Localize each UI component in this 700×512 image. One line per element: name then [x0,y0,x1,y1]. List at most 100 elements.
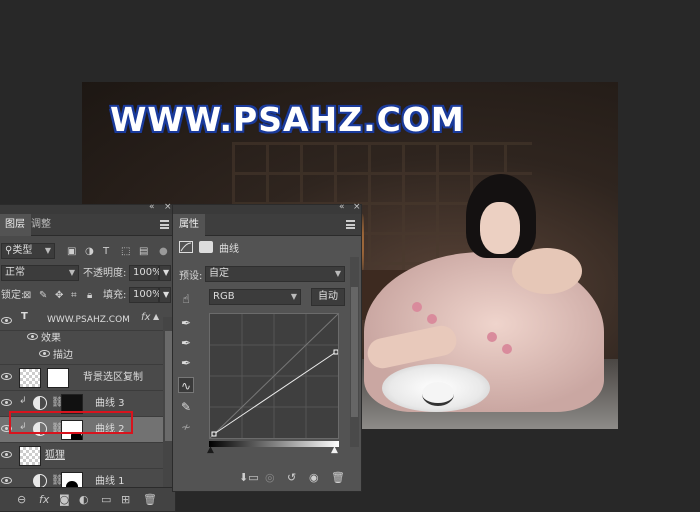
filter-smart-object-icon[interactable]: ▤ [139,241,148,262]
black-point-slider-icon[interactable]: ▲ [207,445,214,455]
lock-all-icon[interactable]: 🔒︎ [87,285,92,306]
layer-name[interactable]: WWW.PSAHZ.COM [47,309,130,331]
filter-pixel-icon[interactable]: ▣ [67,241,76,262]
filter-adjustment-icon[interactable]: ◑ [85,241,94,262]
layer-mask-thumbnail [47,368,69,388]
visibility-icon[interactable]: ◉ [309,471,319,484]
trash-icon[interactable]: 🗑︎ [143,493,157,506]
curve-control-point[interactable] [211,431,217,437]
visibility-eye-icon[interactable] [1,399,12,407]
channel-dropdown[interactable]: RGB ▼ [209,289,301,305]
layer-thumbnail [19,368,41,388]
filter-kind-dropdown[interactable]: ⚲类型 ▼ [1,243,55,259]
panel-menu-icon[interactable] [346,220,355,229]
adjustment-title: 曲线 [219,244,239,255]
panel-menu-icon[interactable] [160,220,169,229]
layer-name[interactable]: 狐狸 [45,443,65,469]
curves-graph[interactable] [209,313,339,439]
smooth-icon[interactable]: ≁ [178,419,194,435]
blend-row: 正常 ▼ 不透明度: 100% ▼ [0,263,175,284]
close-panel-icon[interactable]: × [353,202,361,212]
lock-artboard-icon[interactable]: ⌗ [71,285,77,306]
fx-badge[interactable]: fx [141,312,150,323]
eyedropper-black-icon[interactable]: ✒ [178,315,194,331]
layer-row-background-copy[interactable]: 背景选区复制 [0,365,163,391]
panel-collapse-bar[interactable]: « × [173,202,361,214]
on-image-adjust-icon[interactable]: ☝ [178,291,194,307]
mask-icon[interactable]: ◙ [59,493,70,506]
layer-row-fox[interactable]: 狐狸 [0,443,163,469]
woman-shoulder [512,248,582,294]
chevron-down-icon: ▼ [44,246,51,255]
effects-visibility-eye-icon[interactable] [27,333,38,343]
visibility-eye-icon[interactable] [1,317,12,325]
white-point-slider-icon[interactable]: ▲ [331,445,338,455]
scrollbar-thumb[interactable] [351,287,358,417]
curve-point-icon[interactable]: ∿ [178,377,194,393]
opacity-input[interactable]: 100% [129,265,162,281]
new-layer-icon[interactable]: ⊞ [121,493,130,506]
properties-footer: ⬇▭ ◎ ↺ ◉ 🗑︎ [235,467,347,491]
chevron-down-icon: ▼ [290,292,297,301]
fx-icon[interactable]: fx [39,493,49,506]
layer-name[interactable]: 背景选区复制 [83,365,143,391]
lock-position-icon[interactable]: ✥ [55,285,63,306]
stroke-effect-row[interactable]: 描边 [0,347,163,365]
dress-flower [502,344,512,354]
curves-graph-svg [209,313,339,439]
curve-line[interactable] [213,351,337,435]
stroke-visibility-eye-icon[interactable] [39,350,50,360]
visibility-eye-icon[interactable] [1,477,12,485]
lock-transparent-icon[interactable]: ⊠ [23,285,31,306]
chevron-down-icon: ▼ [68,268,75,277]
visibility-eye-icon[interactable] [1,373,12,381]
view-previous-icon[interactable]: ◎ [265,471,275,484]
fill-input[interactable]: 100% [129,287,162,303]
scrollbar-thumb[interactable] [165,331,172,441]
blend-mode-dropdown[interactable]: 正常 ▼ [1,265,79,281]
lock-pixels-icon[interactable]: ✎ [39,285,47,306]
auto-button[interactable]: 自动 [311,288,345,306]
curve-control-point[interactable] [333,349,339,355]
tab-properties[interactable]: 属性 [173,214,205,236]
curves-tool-strip: ☝ ✒ ✒ ✒ ∿ ✎ ≁ [173,235,199,465]
filter-toggle-icon[interactable]: ● [159,241,168,262]
dress-flower [412,302,422,312]
collapse-arrow-icon[interactable]: ▲ [153,312,159,321]
layers-panel: « × 图层 调整 ⚲类型 ▼ ▣ ◑ T ⬚ ▤ ● 正常 ▼ 不透明度: 1… [0,202,176,512]
clipping-arrow-icon: ↲ [19,396,27,406]
fill-slider-toggle[interactable]: ▼ [159,287,171,303]
channel-value: RGB [213,291,235,302]
curves-adjustment-icon [33,474,47,488]
clip-to-layer-icon[interactable]: ⬇▭ [239,471,259,484]
filter-type-icon[interactable]: T [103,241,109,262]
properties-scrollbar[interactable] [350,257,359,447]
mask-properties-icon[interactable] [199,241,213,253]
reset-icon[interactable]: ↺ [287,471,296,484]
pencil-icon[interactable]: ✎ [178,399,194,415]
stroke-effect-label: 描边 [53,350,73,361]
white-dog-head [422,382,454,406]
collapse-icon[interactable]: « [339,202,345,212]
close-panel-icon[interactable]: × [164,202,172,212]
visibility-eye-icon[interactable] [1,451,12,459]
adjustment-icon[interactable]: ◐ [79,493,89,506]
dress-flower [487,332,497,342]
chevron-down-icon: ▼ [163,268,170,277]
layer-row-text[interactable]: T WWW.PSAHZ.COM fx ▲ [0,309,163,331]
collapse-icon[interactable]: « [149,202,155,212]
folder-icon[interactable]: ▭ [101,493,111,506]
eyedropper-gray-icon[interactable]: ✒ [178,335,194,351]
properties-tabbar: 属性 [173,214,361,236]
layers-tabbar: 图层 调整 [0,214,175,236]
effects-row[interactable]: 效果 [0,331,163,347]
preset-dropdown[interactable]: 自定 ▼ [205,266,345,282]
eyedropper-white-icon[interactable]: ✒ [178,355,194,371]
tab-adjustments[interactable]: 调整 [25,214,57,236]
trash-icon[interactable]: 🗑︎ [331,471,345,484]
woman-face [480,202,520,254]
panel-collapse-bar[interactable]: « × [0,202,175,214]
link-icon[interactable]: ⊖ [17,493,26,506]
opacity-slider-toggle[interactable]: ▼ [159,265,171,281]
filter-shape-icon[interactable]: ⬚ [121,241,130,262]
